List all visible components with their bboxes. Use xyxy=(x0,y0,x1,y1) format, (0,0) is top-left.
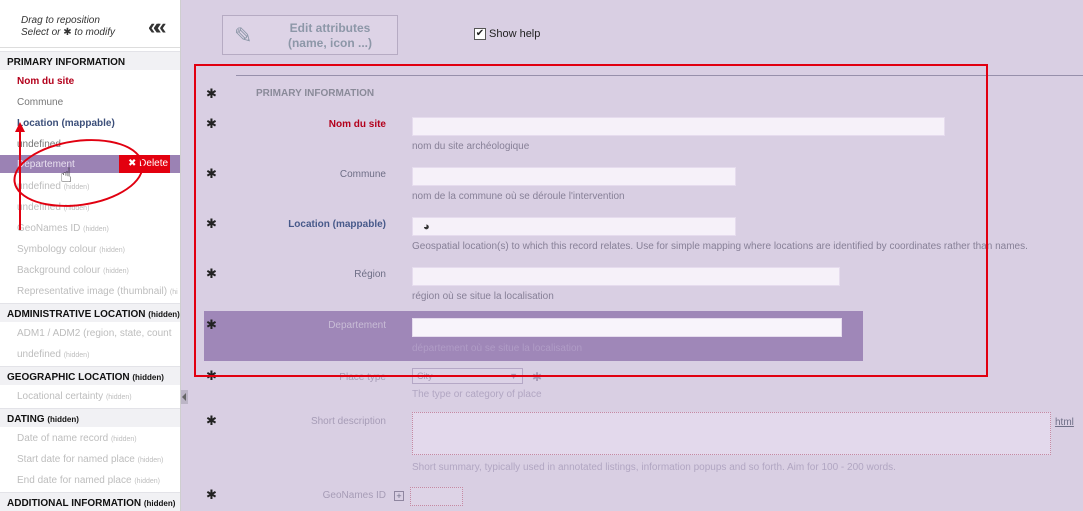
sidebar-item-date-of-name-record[interactable]: Date of name record (hidden) xyxy=(17,433,137,444)
add-icon[interactable]: + xyxy=(394,491,404,501)
sidebar-item-background-colour[interactable]: Background colour (hidden) xyxy=(17,265,129,276)
sidebar-item-symbology-colour[interactable]: Symbology colour (hidden) xyxy=(17,244,125,255)
sidebar-item-undefined[interactable]: undefined (hidden) xyxy=(17,349,89,360)
short-description-textarea[interactable] xyxy=(412,412,1051,455)
hand-cursor-icon: ☝ xyxy=(60,165,73,187)
show-help-label: Show help xyxy=(489,28,541,40)
annotation-highlight-box xyxy=(194,64,988,377)
drag-hint-select: Select or xyxy=(21,27,61,38)
sidebar-header: Drag to reposition Select or ✱ to modify… xyxy=(0,0,180,48)
sidebar-section-dating[interactable]: DATING (hidden) xyxy=(0,408,180,427)
sidebar: Drag to reposition Select or ✱ to modify… xyxy=(0,0,181,511)
sidebar-splitter-handle[interactable] xyxy=(181,390,188,404)
sidebar-item-representative-image[interactable]: Representative image (thumbnail) (hi xyxy=(17,286,178,297)
show-help-checkbox[interactable]: ✔ xyxy=(474,28,486,40)
html-editor-link[interactable]: html xyxy=(1055,417,1074,428)
main-panel: ✎ Edit attributes (name, icon ...) ✔ Sho… xyxy=(188,0,1083,511)
sidebar-item-geonames-id[interactable]: GeoNames ID (hidden) xyxy=(17,223,109,234)
sidebar-item-adm[interactable]: ADM1 / ADM2 (region, state, count xyxy=(17,328,172,339)
sidebar-item-end-date[interactable]: End date for named place (hidden) xyxy=(17,475,160,486)
drag-hint-modify: to modify xyxy=(74,27,115,38)
show-help-toggle[interactable]: ✔ Show help xyxy=(474,28,540,40)
sidebar-section-primary[interactable]: PRIMARY INFORMATION xyxy=(0,51,180,70)
annotation-arrow-head xyxy=(15,122,25,132)
sidebar-item-locational-certainty[interactable]: Locational certainty (hidden) xyxy=(17,391,132,402)
drag-hint: Drag to reposition Select or ✱ to modify xyxy=(21,15,115,39)
help-text: Short summary, typically used in annotat… xyxy=(412,462,896,473)
drag-hint-line1: Drag to reposition xyxy=(21,15,100,26)
geonames-id-input[interactable] xyxy=(410,487,463,506)
pencil-icon: ✎ xyxy=(234,23,253,48)
sidebar-item-location[interactable]: Location (mappable) xyxy=(17,118,115,129)
help-text: The type or category of place xyxy=(412,389,542,400)
sidebar-section-geographic[interactable]: GEOGRAPHIC LOCATION (hidden) xyxy=(0,366,180,385)
edit-attributes-button[interactable]: ✎ Edit attributes (name, icon ...) xyxy=(222,15,398,55)
gear-icon: ✱ xyxy=(63,27,72,38)
sidebar-item-start-date[interactable]: Start date for named place (hidden) xyxy=(17,454,163,465)
sidebar-section-additional[interactable]: ADDITIONAL INFORMATION (hidden) xyxy=(0,492,180,511)
edit-attributes-label: Edit attributes (name, icon ...) xyxy=(287,21,372,50)
sidebar-item-commune[interactable]: Commune xyxy=(17,97,63,108)
field-label-short-description: Short description xyxy=(310,416,386,427)
sidebar-item-nom-du-site[interactable]: Nom du site xyxy=(17,76,74,87)
sidebar-section-administrative[interactable]: ADMINISTRATIVE LOCATION (hidden) xyxy=(0,303,180,322)
collapse-sidebar-button[interactable]: «« xyxy=(148,16,167,38)
field-label-geonames-id: GeoNames ID xyxy=(322,490,386,501)
